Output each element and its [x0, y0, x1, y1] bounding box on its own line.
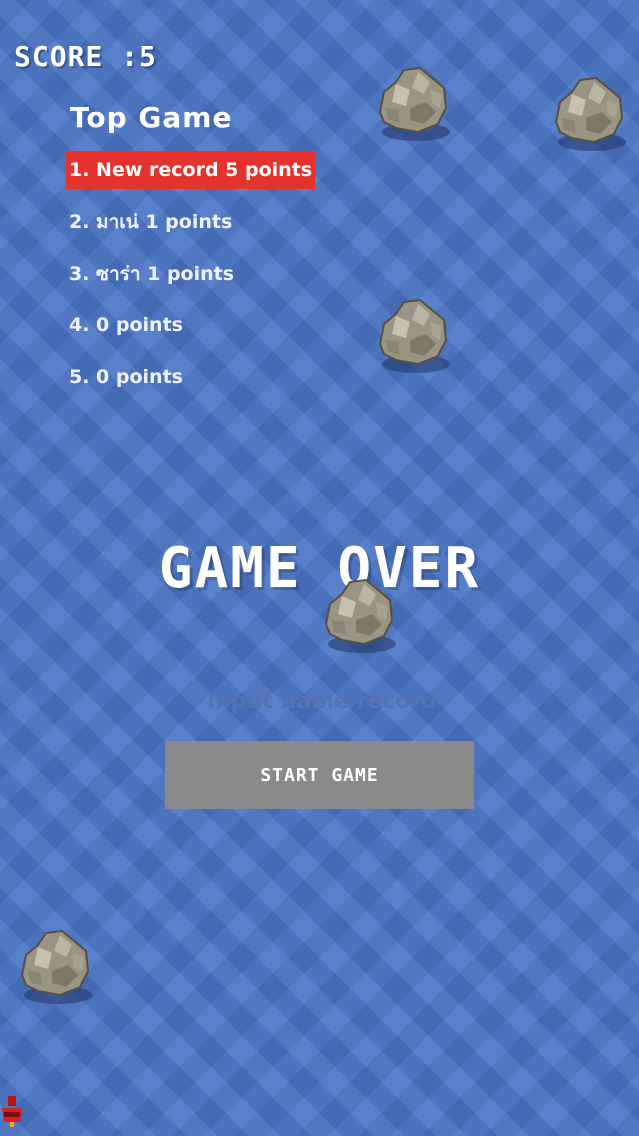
rock-icon	[370, 294, 454, 378]
leaderboard-entry-5: 5. 0 points	[69, 366, 183, 388]
leaderboard-entry-2: 2. มาเน่ 1 points	[69, 211, 233, 233]
leaderboard-entry-3: 3. ซาร่า 1 points	[69, 263, 235, 285]
leaderboard-entry-1: 1. New record 5 points	[66, 151, 316, 189]
leaderboard-title: Top Game	[70, 101, 233, 134]
rock-icon	[370, 62, 454, 146]
rock-icon	[12, 925, 96, 1009]
name-record-input[interactable]	[165, 680, 479, 722]
leaderboard-entry-4: 4. 0 points	[69, 314, 183, 336]
player-ship-icon	[0, 1094, 24, 1128]
score-display: SCORE :5	[14, 40, 157, 73]
rock-icon	[546, 72, 630, 156]
rock-icon	[316, 574, 400, 658]
game-screen: { "hud": { "score": "SCORE :5" }, "leade…	[0, 0, 639, 1136]
start-game-button[interactable]: START GAME	[165, 741, 474, 809]
